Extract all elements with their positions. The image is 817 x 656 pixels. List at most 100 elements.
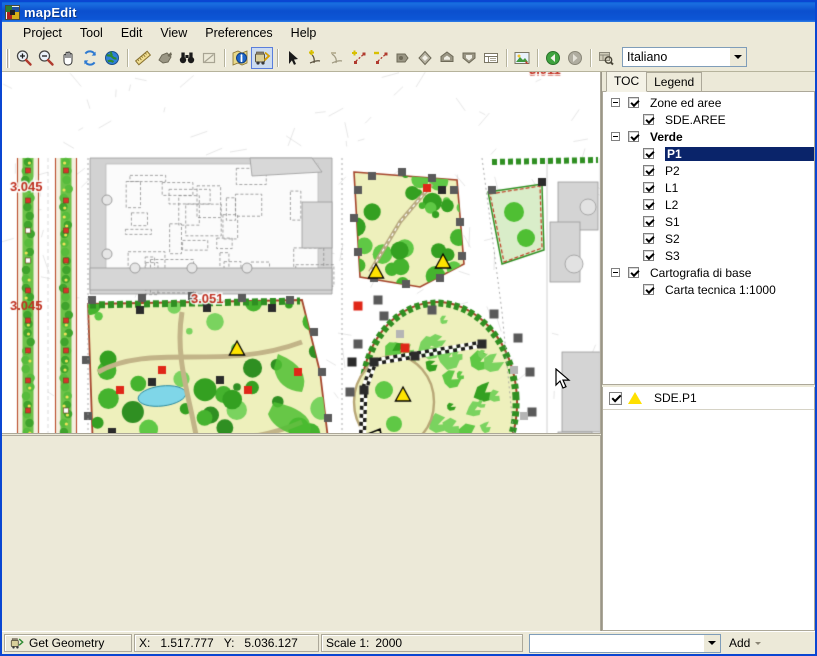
toc-node-s3[interactable]: S3 <box>603 247 814 264</box>
tab-toc[interactable]: TOC <box>606 71 648 92</box>
clear-selection-icon[interactable] <box>198 47 220 69</box>
polygon-tool-icon[interactable] <box>392 47 414 69</box>
toc-node-s1[interactable]: S1 <box>603 213 814 230</box>
toolbar-grip[interactable] <box>6 48 10 68</box>
list-item[interactable]: SDE.P1 <box>603 387 814 410</box>
toc-checkbox-slot <box>637 233 659 244</box>
layer-visibility-checkbox[interactable] <box>627 97 639 108</box>
zoom-out-icon[interactable] <box>35 47 57 69</box>
toc-node-label: Zone ed aree <box>650 95 722 110</box>
map-canvas[interactable] <box>2 72 600 433</box>
get-geometry-icon[interactable] <box>251 47 273 69</box>
toc-node-s2[interactable]: S2 <box>603 230 814 247</box>
toolbar-separator <box>277 49 278 67</box>
pentagon-tool-icon[interactable] <box>436 47 458 69</box>
pan-hand-icon[interactable] <box>57 47 79 69</box>
toc-node-carta-tecnica-1-1000[interactable]: Carta tecnica 1:1000 <box>603 281 814 298</box>
layer-visibility-checkbox[interactable] <box>642 250 654 261</box>
ruler-icon[interactable] <box>132 47 154 69</box>
layer-visibility-checkbox[interactable] <box>642 114 654 125</box>
zoom-in-icon[interactable] <box>13 47 35 69</box>
back-arrow-icon[interactable] <box>542 47 564 69</box>
panel-tabstrip: TOC Legend <box>602 71 815 92</box>
layer-visibility-checkbox[interactable] <box>642 199 654 210</box>
main-toolbar: Italiano <box>2 45 815 72</box>
pointer-arrow-icon[interactable] <box>282 47 304 69</box>
layer-visibility-checkbox[interactable] <box>642 233 654 244</box>
title-bar: mapEdit <box>2 2 815 22</box>
main-body: TOC Legend Zone ed aree SDE.AREE Verde P1 P2… <box>2 71 815 631</box>
toc-checkbox-slot <box>622 267 644 278</box>
select-shape-icon[interactable] <box>154 47 176 69</box>
legend-visibility-checkbox[interactable] <box>609 391 622 405</box>
refresh-icon[interactable] <box>79 47 101 69</box>
query-icon[interactable] <box>595 47 617 69</box>
map-view[interactable] <box>2 72 601 434</box>
toc-node-cartografia-di-base[interactable]: Cartografia di base <box>603 264 814 281</box>
remove-vertex-icon[interactable] <box>326 47 348 69</box>
toc-node-label: S2 <box>665 231 680 246</box>
toc-node-label: SDE.AREE <box>665 112 726 127</box>
toc-checkbox-slot <box>637 165 659 176</box>
toc-checkbox-slot <box>637 216 659 227</box>
expander-icon[interactable] <box>610 268 620 277</box>
toc-node-l2[interactable]: L2 <box>603 196 814 213</box>
status-coordinates-cell: X: 1.517.777 Y: 5.036.127 <box>134 634 319 652</box>
layer-select-combo[interactable] <box>529 633 721 653</box>
status-scale-cell[interactable]: Scale 1: 2000 <box>321 634 523 652</box>
toc-checkbox-slot <box>622 97 644 108</box>
binoculars-icon[interactable] <box>176 47 198 69</box>
layer-visibility-checkbox[interactable] <box>642 216 654 227</box>
language-combo[interactable]: Italiano <box>622 47 747 67</box>
delete-node-icon[interactable] <box>370 47 392 69</box>
toc-node-label: L1 <box>665 180 679 195</box>
layer-visibility-checkbox[interactable] <box>627 131 639 142</box>
menu-item-edit[interactable]: Edit <box>112 24 152 42</box>
layer-visibility-checkbox[interactable] <box>627 267 639 278</box>
coord-y-label: Y: <box>223 636 235 650</box>
menu-item-project[interactable]: Project <box>14 24 71 42</box>
add-vertex-icon[interactable] <box>304 47 326 69</box>
identify-info-icon[interactable] <box>229 47 251 69</box>
toc-node-sde-aree[interactable]: SDE.AREE <box>603 111 814 128</box>
caret-down-small-icon[interactable] <box>755 641 762 645</box>
table-icon[interactable] <box>480 47 502 69</box>
diamond-tool-icon[interactable] <box>414 47 436 69</box>
toc-node-l1[interactable]: L1 <box>603 179 814 196</box>
layer-visibility-checkbox[interactable] <box>642 182 654 193</box>
language-value: Italiano <box>627 50 668 64</box>
expander-icon[interactable] <box>610 98 620 107</box>
chevron-down-icon[interactable] <box>729 48 746 66</box>
forward-arrow-icon[interactable] <box>564 47 586 69</box>
layer-visibility-checkbox[interactable] <box>642 165 654 176</box>
scale-value[interactable]: 2000 <box>375 636 402 650</box>
toc-tree[interactable]: Zone ed aree SDE.AREE Verde P1 P2 L1 L2 S1 S2 S3 C… <box>602 92 815 385</box>
add-node-icon[interactable] <box>348 47 370 69</box>
expander-icon[interactable] <box>610 132 620 141</box>
menu-item-help[interactable]: Help <box>282 24 326 42</box>
coord-x-value: 1.517.777 <box>160 636 214 650</box>
menu-item-preferences[interactable]: Preferences <box>196 24 281 42</box>
scale-label: Scale 1: <box>326 636 370 650</box>
toc-node-zone-ed-aree[interactable]: Zone ed aree <box>603 94 814 111</box>
tab-legend[interactable]: Legend <box>646 72 703 91</box>
image-export-icon[interactable] <box>511 47 533 69</box>
chevron-down-icon[interactable] <box>704 634 720 652</box>
menu-item-view[interactable]: View <box>151 24 196 42</box>
toc-node-p2[interactable]: P2 <box>603 162 814 179</box>
toc-node-verde[interactable]: Verde <box>603 128 814 145</box>
toc-node-label: S1 <box>665 214 680 229</box>
map-column <box>2 72 602 631</box>
legend-list[interactable]: SDE.P1 <box>602 387 815 631</box>
status-tool-cell[interactable]: Get Geometry <box>4 634 132 652</box>
toc-checkbox-slot <box>637 284 659 295</box>
map-app-icon <box>5 4 20 20</box>
shield-tool-icon[interactable] <box>458 47 480 69</box>
layer-visibility-checkbox[interactable] <box>642 148 654 159</box>
toc-node-p1[interactable]: P1 <box>603 145 814 162</box>
globe-icon[interactable] <box>101 47 123 69</box>
layer-visibility-checkbox[interactable] <box>642 284 654 295</box>
toc-checkbox-slot <box>637 148 659 159</box>
add-button[interactable]: Add <box>723 636 762 650</box>
menu-item-tool[interactable]: Tool <box>71 24 112 42</box>
